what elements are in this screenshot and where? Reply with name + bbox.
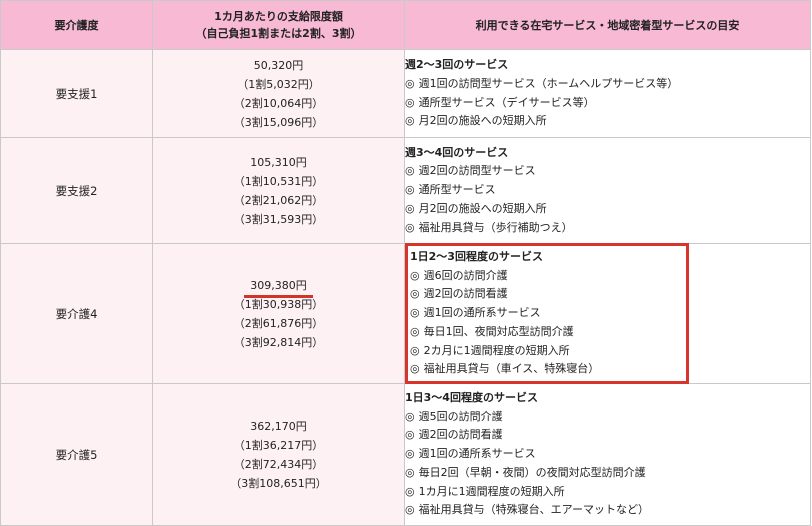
service-item: 福祉用具貸与（特殊寝台、エアーマットなど） [405, 501, 810, 520]
table-row: 要支援1 50,320円 （1割5,032円） （2割10,064円） （3割1… [0, 49, 811, 138]
service-heading: 週2〜3回のサービス [405, 57, 509, 71]
service-item: 週1回の通所系サービス [410, 304, 680, 323]
amount-cell: 105,310円 （1割10,531円） （2割21,062円） （3割31,5… [152, 137, 405, 244]
service-heading: 1日3〜4回程度のサービス [405, 390, 538, 404]
limit-amount: 105,310円 [250, 155, 307, 169]
service-item: 週1回の訪問型サービス（ホームヘルプサービス等） [405, 75, 810, 94]
ratio-2: （2割61,876円） [233, 316, 324, 330]
ratio-3: （3割15,096円） [233, 115, 324, 129]
service-item: 通所型サービス（デイサービス等） [405, 94, 810, 113]
service-item: 週6回の訪問介護 [410, 267, 680, 286]
service-item: 週5回の訪問介護 [405, 408, 810, 427]
table-row: 要介護5 362,170円 （1割36,217円） （2割72,434円） （3… [0, 383, 811, 526]
care-level-table: 要介護度 1カ月あたりの支給限度額 （自己負担1割または2割、3割） 利用できる… [0, 0, 811, 526]
care-level: 要支援2 [0, 137, 153, 244]
service-item: 2カ月に1週間程度の短期入所 [410, 342, 680, 361]
header-level: 要介護度 [0, 0, 153, 50]
services-cell: 1日3〜4回程度のサービス 週5回の訪問介護 週2回の訪問看護 週1回の通所系サ… [404, 383, 811, 526]
service-item: 月2回の施設への短期入所 [405, 112, 810, 131]
limit-amount: 362,170円 [250, 419, 307, 433]
ratio-2: （2割72,434円） [233, 457, 324, 471]
services-cell: 週2〜3回のサービス 週1回の訪問型サービス（ホームヘルプサービス等） 通所型サ… [404, 49, 811, 138]
header-services: 利用できる在宅サービス・地域密着型サービスの目安 [404, 0, 811, 50]
header-limit-line1: 1カ月あたりの支給限度額 [214, 10, 343, 23]
care-level: 要支援1 [0, 49, 153, 138]
care-level: 要介護4 [0, 243, 153, 384]
ratio-3: （3割108,651円） [230, 476, 327, 490]
ratio-1: （1割10,531円） [233, 174, 324, 188]
header-limit: 1カ月あたりの支給限度額 （自己負担1割または2割、3割） [152, 0, 405, 50]
service-item: 週2回の訪問看護 [405, 426, 810, 445]
ratio-1: （1割5,032円） [237, 77, 320, 91]
service-item: 福祉用具貸与（歩行補助つえ） [405, 219, 810, 238]
header-row: 要介護度 1カ月あたりの支給限度額 （自己負担1割または2割、3割） 利用できる… [0, 0, 811, 50]
amount-cell: 50,320円 （1割5,032円） （2割10,064円） （3割15,096… [152, 49, 405, 138]
service-heading: 1日2〜3回程度のサービス [410, 249, 543, 263]
limit-amount-underlined: 309,380円 [244, 276, 313, 298]
header-limit-line2: （自己負担1割または2割、3割） [195, 27, 362, 40]
service-item: 毎日2回（早朝・夜間）の夜間対応型訪問介護 [405, 464, 810, 483]
service-item: 通所型サービス [405, 181, 810, 200]
service-item: 月2回の施設への短期入所 [405, 200, 810, 219]
service-item: 1カ月に1週間程度の短期入所 [405, 483, 810, 502]
table-row: 要支援2 105,310円 （1割10,531円） （2割21,062円） （3… [0, 137, 811, 244]
services-cell: 週3〜4回のサービス 週2回の訪問型サービス 通所型サービス 月2回の施設への短… [404, 137, 811, 244]
service-item: 福祉用具貸与（車イス、特殊寝台） [410, 360, 680, 379]
service-item: 週2回の訪問型サービス [405, 162, 810, 181]
highlight-box: 1日2〜3回程度のサービス 週6回の訪問介護 週2回の訪問看護 週1回の通所系サ… [405, 242, 689, 385]
service-item: 週1回の通所系サービス [405, 445, 810, 464]
services-cell: 1日2〜3回程度のサービス 週6回の訪問介護 週2回の訪問看護 週1回の通所系サ… [404, 242, 811, 385]
ratio-3: （3割31,593円） [233, 212, 324, 226]
ratio-3: （3割92,814円） [233, 335, 324, 349]
limit-amount: 50,320円 [253, 58, 304, 72]
service-item: 週2回の訪問看護 [410, 285, 680, 304]
service-heading: 週3〜4回のサービス [405, 145, 509, 159]
ratio-2: （2割21,062円） [233, 193, 324, 207]
ratio-2: （2割10,064円） [233, 96, 324, 110]
table-row: 要介護4 309,380円 （1割30,938円） （2割61,876円） （3… [0, 242, 811, 385]
amount-cell: 362,170円 （1割36,217円） （2割72,434円） （3割108,… [152, 383, 405, 526]
service-item: 毎日1回、夜間対応型訪問介護 [410, 323, 680, 342]
amount-cell: 309,380円 （1割30,938円） （2割61,876円） （3割92,8… [152, 243, 405, 384]
care-level: 要介護5 [0, 383, 153, 526]
ratio-1: （1割36,217円） [233, 438, 324, 452]
